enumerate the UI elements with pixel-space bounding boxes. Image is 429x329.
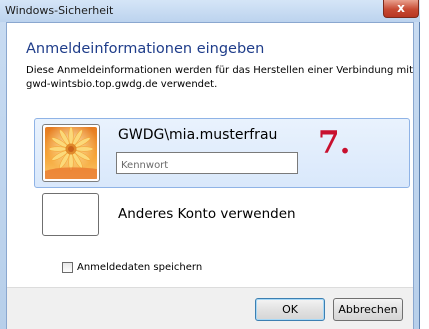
dialog-description: Diese Anmeldeinformationen werden für da… — [26, 65, 413, 90]
remember-label: Anmeldedaten speichern — [77, 261, 203, 273]
cancel-button[interactable]: Abbrechen — [333, 298, 403, 321]
dialog-heading: Anmeldeinformationen eingeben — [26, 41, 265, 57]
account-username: GWDG\mia.musterfrau — [118, 127, 278, 143]
user-avatar-flower-icon — [42, 124, 100, 182]
title-bar[interactable]: Windows-Sicherheit — [0, 0, 420, 22]
password-input[interactable] — [117, 155, 297, 176]
remember-checkbox[interactable] — [62, 261, 73, 273]
password-field[interactable] — [116, 152, 298, 176]
remember-credentials[interactable]: Anmeldedaten speichern — [62, 260, 202, 274]
other-account-label: Anderes Konto verwenden — [118, 206, 296, 222]
flower-picture-icon — [45, 126, 97, 179]
window-title: Windows-Sicherheit — [5, 4, 114, 17]
close-button[interactable]: x — [383, 0, 419, 18]
blank-user-avatar-icon — [42, 193, 99, 236]
ok-button[interactable]: OK — [255, 298, 325, 321]
step-annotation: 7. — [318, 125, 351, 161]
close-icon: x — [397, 1, 405, 15]
